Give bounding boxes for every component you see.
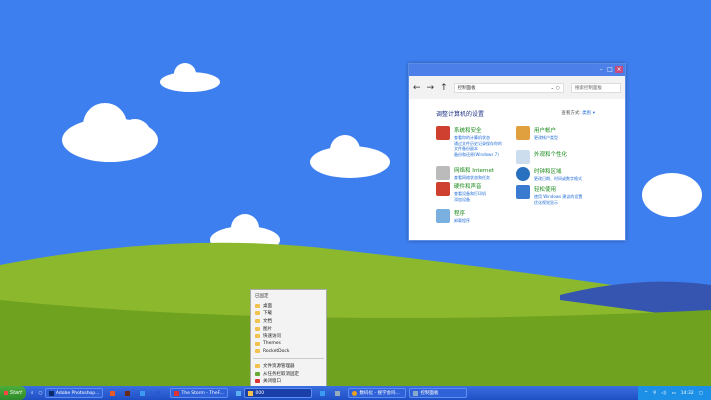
globe-icon [516,167,530,181]
category-item: 硬件和声音 查看设备和打印机 添加设备 [436,182,486,202]
category-item: 外观和个性化 [516,150,567,164]
windows-logo-icon [3,391,8,395]
unpin-icon [255,371,260,376]
cortana-icon[interactable]: ○ [39,391,43,396]
app-icon[interactable] [155,390,161,396]
notification-icon[interactable]: ▢ [699,391,703,396]
category-title[interactable]: 轻松使用 [534,185,582,193]
system-tray: ^ ⚲ ◁) ▭ 14:32 ▢ [638,386,711,400]
folder-icon [255,341,260,346]
category-link[interactable]: 更改日期、时间或数字格式 [534,176,582,182]
jump-list-item[interactable]: 桌面 [251,302,326,310]
category-link[interactable]: 查看设备和打印机 [454,191,486,197]
app-icon[interactable] [320,390,326,396]
minimize-button[interactable]: – [597,66,605,73]
chevron-down-icon[interactable]: ⌄ ○ [551,84,560,92]
category-link[interactable]: 卸载程序 [454,218,470,224]
category-title[interactable]: 时钟和区域 [534,167,582,175]
category-title[interactable]: 程序 [454,209,470,217]
shield-icon [436,126,450,140]
volume-icon[interactable]: ◁) [661,391,666,396]
ease-icon [516,185,530,199]
category-title[interactable]: 系统和安全 [454,126,502,134]
taskbar-control-panel[interactable]: 控制面板 [409,388,468,398]
app-icon [174,390,180,396]
category-title[interactable]: 硬件和声音 [454,182,486,190]
up-icon[interactable]: ↑ [440,83,448,93]
control-panel-icon [413,390,419,396]
category-link[interactable]: 更改帐户类型 [534,135,558,141]
category-title[interactable]: 网络和 Internet [454,166,494,174]
divider [253,358,324,360]
category-link[interactable]: 使用 Windows 建议的设置 [534,194,582,200]
category-item: 用户帐户 更改帐户类型 [516,126,558,141]
start-button[interactable]: Start [0,386,26,400]
category-title[interactable]: 用户帐户 [534,126,558,134]
view-selector[interactable]: 查看方式: 类别 ▾ [561,110,595,116]
category-item: 程序 卸载程序 [436,209,470,224]
search-icon[interactable]: ⌕ [31,390,34,396]
users-icon [516,126,530,140]
app-icon[interactable] [335,390,341,396]
jump-list-item[interactable]: 下载 [251,310,326,318]
jump-list-item[interactable]: 快速访问 [251,332,326,340]
jump-list: 已固定 桌面 下载 文档 图片 快速访问 Themes RocketDock 文件资源管理器… [250,289,327,387]
taskbar: Start ⌕ ○ Adobe Photoshop... The Storm -… [0,386,711,400]
jump-list-header: 已固定 [255,294,269,299]
folder-icon [248,390,254,396]
jump-list-action[interactable]: 从任务栏取消固定 [251,370,326,378]
network-icon [436,166,450,180]
jump-list-action[interactable]: 关闭窗口 [251,377,326,385]
keyboard-icon[interactable]: ▭ [672,391,676,396]
close-icon [255,379,260,384]
folder-icon [255,334,260,339]
jump-list-item[interactable]: 文档 [251,317,326,325]
title-bar[interactable]: – □ × [409,64,625,76]
shield-icon [436,182,450,196]
taskbar-folder[interactable]: 000 [244,388,313,398]
chrome-icon [352,390,358,396]
category-link[interactable]: 优化视觉显示 [534,200,582,206]
network-icon[interactable]: ⚲ [653,391,656,396]
maximize-button[interactable]: □ [606,66,614,73]
folder-icon [255,318,260,323]
app-icon[interactable] [236,390,242,396]
category-link[interactable]: 添加设备 [454,197,486,203]
folder-icon [255,349,260,354]
folder-icon [255,303,260,308]
category-link[interactable]: 查看网络状态和任务 [454,175,494,181]
page-title: 调整计算机的设置 [436,111,485,118]
app-icon[interactable] [125,390,131,396]
taskbar-chrome[interactable]: 数码化 - 搜学会吗... [348,388,407,398]
shield-app-icon[interactable] [140,390,146,396]
control-panel-window: – □ × ← → ↑ 控制面板 ⌄ ○ 搜索控制面板 调整计算机的设置 查看方式… [408,63,626,241]
jump-list-item[interactable]: 图片 [251,325,326,333]
chevron-up-icon[interactable]: ^ [644,391,648,396]
photoshop-icon [49,390,54,396]
back-icon[interactable]: ← [413,83,421,93]
forward-icon[interactable]: → [427,83,435,93]
office-icon[interactable] [110,390,116,396]
explorer-icon [255,363,260,368]
category-item: 网络和 Internet 查看网络状态和任务 [436,166,494,181]
clock[interactable]: 14:32 [681,391,694,396]
appearance-icon [516,150,530,164]
category-link[interactable]: 备份和还原(Windows 7) [454,152,502,158]
search-input[interactable]: 搜索控制面板 [571,82,621,93]
category-title[interactable]: 外观和个性化 [534,150,567,158]
category-item: 系统和安全 查看你的计算机状态 通过文件历史记录保存你的 文件备份副本 备份和还原(Wi… [436,126,502,157]
taskbar-photoshop[interactable]: Adobe Photoshop... [45,388,104,398]
category-item: 时钟和区域 更改日期、时间或数字格式 [516,167,582,182]
jump-list-action[interactable]: 文件资源管理器 [251,362,326,370]
address-bar[interactable]: 控制面板 ⌄ ○ [453,82,564,93]
folder-icon [255,311,260,316]
jump-list-item[interactable]: Themes [251,340,326,348]
close-button[interactable]: × [615,66,623,73]
jump-list-item[interactable]: RocketDock [251,348,326,356]
folder-icon [255,326,260,331]
programs-icon [436,209,450,223]
taskbar-storm[interactable]: The Storm - TheF... [170,388,229,398]
category-item: 轻松使用 使用 Windows 建议的设置 优化视觉显示 [516,185,582,205]
